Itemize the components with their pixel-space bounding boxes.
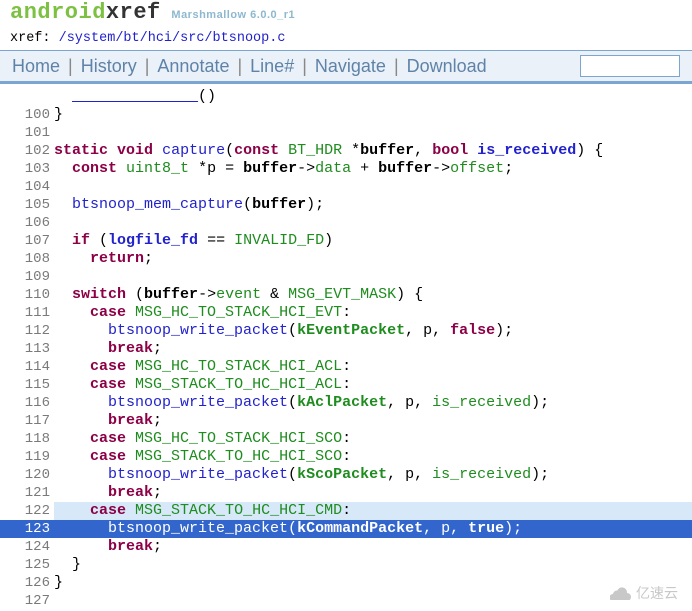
line-number[interactable]: 116 bbox=[0, 394, 54, 412]
macro-link[interactable]: MSG_HC_TO_STACK_HCI_SCO bbox=[135, 430, 342, 447]
id-offset[interactable]: offset bbox=[450, 160, 504, 177]
cloud-icon bbox=[610, 586, 632, 600]
id-buffer[interactable]: buffer bbox=[144, 286, 198, 303]
line-number[interactable]: 112 bbox=[0, 322, 54, 340]
macro-link[interactable]: MSG_STACK_TO_HC_HCI_SCO bbox=[135, 448, 342, 465]
id-buffer[interactable]: buffer bbox=[360, 142, 414, 159]
watermark: 亿速云 bbox=[610, 584, 678, 602]
line-number[interactable]: 100 bbox=[0, 106, 54, 124]
line-number[interactable]: 115 bbox=[0, 376, 54, 394]
line-number[interactable]: 107 bbox=[0, 232, 54, 250]
site-logo: androidxref Marshmallow 6.0.0_r1 bbox=[0, 0, 692, 25]
nav-home[interactable]: Home bbox=[12, 56, 60, 77]
id-event[interactable]: event bbox=[216, 286, 261, 303]
line-number[interactable]: 101 bbox=[0, 124, 54, 142]
line-number[interactable]: 119 bbox=[0, 448, 54, 466]
line-number[interactable]: 109 bbox=[0, 268, 54, 286]
xref-path-link[interactable]: /system/bt/hci/src/ bbox=[59, 31, 213, 46]
id-kEventPacket[interactable]: kEventPacket bbox=[297, 322, 405, 339]
breadcrumb: xref: /system/bt/hci/src/btsnoop.c bbox=[0, 25, 692, 50]
line-number[interactable]: 104 bbox=[0, 178, 54, 196]
macro-MSG_EVT_MASK[interactable]: MSG_EVT_MASK bbox=[288, 286, 396, 303]
search-input[interactable] bbox=[580, 55, 680, 77]
type-BT_HDR[interactable]: BT_HDR bbox=[288, 142, 342, 159]
nav-navigate[interactable]: Navigate bbox=[315, 56, 386, 77]
line-number[interactable]: 111 bbox=[0, 304, 54, 322]
nav-annotate[interactable]: Annotate bbox=[157, 56, 229, 77]
macro-INVALID_FD[interactable]: INVALID_FD bbox=[234, 232, 324, 249]
toolbar: Home| History| Annotate| Line#| Navigate… bbox=[0, 50, 692, 84]
line-number[interactable]: 114 bbox=[0, 358, 54, 376]
line-number[interactable] bbox=[0, 88, 54, 106]
id-is_received[interactable]: is_received bbox=[432, 394, 531, 411]
macro-link[interactable]: MSG_STACK_TO_HC_HCI_ACL bbox=[135, 376, 342, 393]
line-number[interactable]: 110 bbox=[0, 286, 54, 304]
xref-file-link[interactable]: btsnoop.c bbox=[213, 31, 286, 46]
line-number[interactable]: 103 bbox=[0, 160, 54, 178]
line-number[interactable]: 113 bbox=[0, 340, 54, 358]
macro-link[interactable]: MSG_HC_TO_STACK_HCI_EVT bbox=[135, 304, 342, 321]
code-viewer: () 100} 101 102static void capture(const… bbox=[0, 84, 692, 610]
id-logfile_fd[interactable]: logfile_fd bbox=[108, 232, 198, 249]
id-data[interactable]: data bbox=[315, 160, 351, 177]
id-is_received[interactable]: is_received bbox=[477, 142, 576, 159]
line-number[interactable]: 125 bbox=[0, 556, 54, 574]
line-number[interactable]: 105 bbox=[0, 196, 54, 214]
line-number[interactable]: 118 bbox=[0, 430, 54, 448]
macro-link[interactable]: MSG_STACK_TO_HC_HCI_CMD bbox=[135, 502, 342, 519]
highlight-dark: btsnoop_write_packet(kCommandPacket, p, … bbox=[54, 520, 692, 538]
type-uint8_t[interactable]: uint8_t bbox=[126, 160, 189, 177]
line-number[interactable]: 127 bbox=[0, 592, 54, 610]
nav-history[interactable]: History bbox=[81, 56, 137, 77]
id-buffer[interactable]: buffer bbox=[252, 196, 306, 213]
line-number[interactable]: 108 bbox=[0, 250, 54, 268]
truncated-link[interactable] bbox=[72, 88, 198, 105]
fn-capture[interactable]: capture bbox=[162, 142, 225, 159]
highlight-light: case MSG_STACK_TO_HC_HCI_CMD: bbox=[54, 502, 692, 520]
line-number[interactable]: 120 bbox=[0, 466, 54, 484]
line-number[interactable]: 117 bbox=[0, 412, 54, 430]
fn-btsnoop_write_packet[interactable]: btsnoop_write_packet bbox=[108, 394, 288, 411]
nav-download[interactable]: Download bbox=[407, 56, 487, 77]
id-kAclPacket[interactable]: kAclPacket bbox=[297, 394, 387, 411]
id-kScoPacket[interactable]: kScoPacket bbox=[297, 466, 387, 483]
line-number[interactable]: 102 bbox=[0, 142, 54, 160]
line-number[interactable]: 126 bbox=[0, 574, 54, 592]
nav-line[interactable]: Line# bbox=[250, 56, 294, 77]
line-number[interactable]: 121 bbox=[0, 484, 54, 502]
line-number-selected[interactable]: 123 bbox=[0, 520, 54, 538]
fn-btsnoop_mem_capture[interactable]: btsnoop_mem_capture bbox=[72, 196, 243, 213]
id-is_received[interactable]: is_received bbox=[432, 466, 531, 483]
line-number[interactable]: 106 bbox=[0, 214, 54, 232]
fn-btsnoop_write_packet[interactable]: btsnoop_write_packet bbox=[108, 322, 288, 339]
id-buffer[interactable]: buffer bbox=[243, 160, 297, 177]
macro-link[interactable]: MSG_HC_TO_STACK_HCI_ACL bbox=[135, 358, 342, 375]
fn-btsnoop_write_packet[interactable]: btsnoop_write_packet bbox=[108, 466, 288, 483]
line-number[interactable]: 124 bbox=[0, 538, 54, 556]
line-number[interactable]: 122 bbox=[0, 502, 54, 520]
id-buffer[interactable]: buffer bbox=[378, 160, 432, 177]
